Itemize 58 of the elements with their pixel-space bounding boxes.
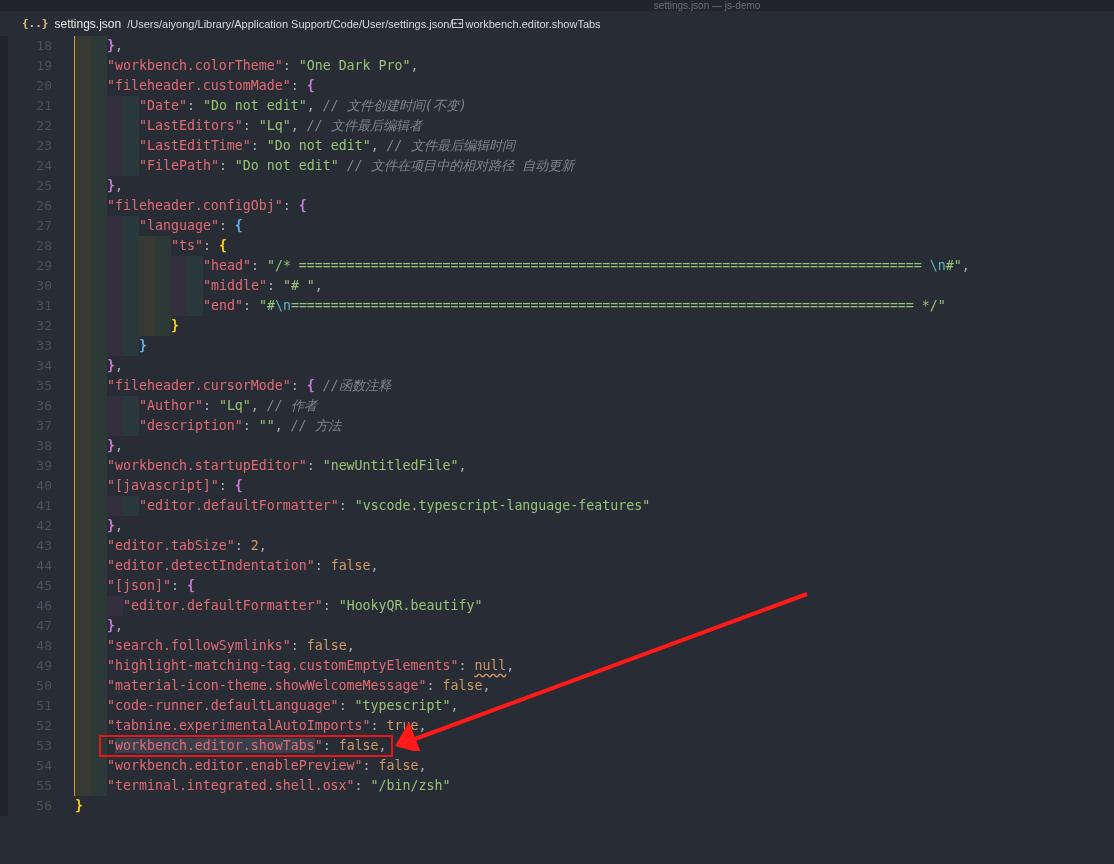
property-symbol-icon [452, 19, 464, 28]
code-line: "Author": "Lq", // 作者 [139, 398, 317, 413]
indent-guides [75, 696, 107, 716]
indent-guides [75, 736, 107, 756]
code-line: "description": "", // 方法 [139, 418, 341, 433]
code-line: }, [107, 358, 123, 373]
indent-guides [75, 536, 107, 556]
indent-guides [75, 36, 107, 56]
code-line: "language": { [139, 218, 243, 233]
code-line: "highlight-matching-tag.customEmptyElements": null, [107, 658, 515, 673]
indent-guides [75, 556, 107, 576]
code-line: "fileheader.customMade": { [107, 78, 315, 93]
code-line: "fileheader.cursorMode": { //函数注释 [107, 378, 391, 393]
code-line: "middle": "# ", [203, 278, 323, 293]
code-line: }, [107, 38, 123, 53]
code-line: }, [107, 618, 123, 633]
code-line: } [171, 318, 179, 333]
code-line: "LastEditors": "Lq", // 文件最后编辑者 [139, 118, 422, 133]
code-line: }, [107, 178, 123, 193]
code-line: "terminal.integrated.shell.osx": "/bin/zsh" [107, 778, 451, 793]
code-line: "workbench.startupEditor": "newUntitledFile", [107, 458, 467, 473]
code-line: "Date": "Do not edit", // 文件创建时间(不变) [139, 98, 467, 113]
indent-guides [75, 116, 139, 136]
code-line: "search.followSymlinks": false, [107, 638, 355, 653]
code-line: "editor.defaultFormatter": "HookyQR.beautify" [123, 598, 483, 613]
code-line: "workbench.editor.showTabs": false, [107, 738, 387, 753]
code-line: "head": "/* ============================================================================== \n#", [203, 258, 970, 273]
code-line: } [75, 798, 83, 813]
code-line: "workbench.editor.enablePreview": false, [107, 758, 427, 773]
code-line: } [139, 338, 147, 353]
code-line: "editor.defaultFormatter": "vscode.typescript-language-features" [139, 498, 651, 513]
indent-guides [75, 776, 107, 796]
breadcrumb-symbol[interactable]: workbench.editor.showTabs [465, 17, 601, 30]
code-line: "[json]": { [107, 578, 195, 593]
code-line: }, [107, 438, 123, 453]
code-line: "material-icon-theme.showWelcomeMessage": false, [107, 678, 491, 693]
code-line: "[javascript]": { [107, 478, 243, 493]
code-line: "code-runner.defaultLanguage": "typescript", [107, 698, 459, 713]
indent-guides [75, 136, 139, 156]
indent-guides [75, 716, 107, 736]
window-title: settings.json — js-demo [653, 0, 761, 11]
code-line: "editor.detectIndentation": false, [107, 558, 379, 573]
code-line: "ts": { [171, 238, 227, 253]
indent-guides [75, 756, 107, 776]
code-line: }, [107, 518, 123, 533]
code-line: "LastEditTime": "Do not edit", // 文件最后编辑时间 [139, 138, 515, 153]
indent-guides [75, 456, 107, 476]
code-line: "end": "#\n============================================================================== */" [203, 298, 946, 313]
code-line: "workbench.colorTheme": "One Dark Pro", [107, 58, 419, 73]
json-file-icon: {..} [22, 17, 49, 30]
indent-guides [75, 656, 107, 676]
code-line: "FilePath": "Do not edit" // 文件在项目中的相对路径 自动更新 [139, 158, 574, 173]
indent-guides [75, 676, 107, 696]
breadcrumb-file[interactable]: settings.json [54, 16, 122, 31]
code-line: "editor.tabSize": 2, [107, 538, 267, 553]
indent-guides [75, 56, 107, 76]
code-line: "fileheader.configObj": { [107, 198, 307, 213]
indent-guides [75, 636, 107, 656]
